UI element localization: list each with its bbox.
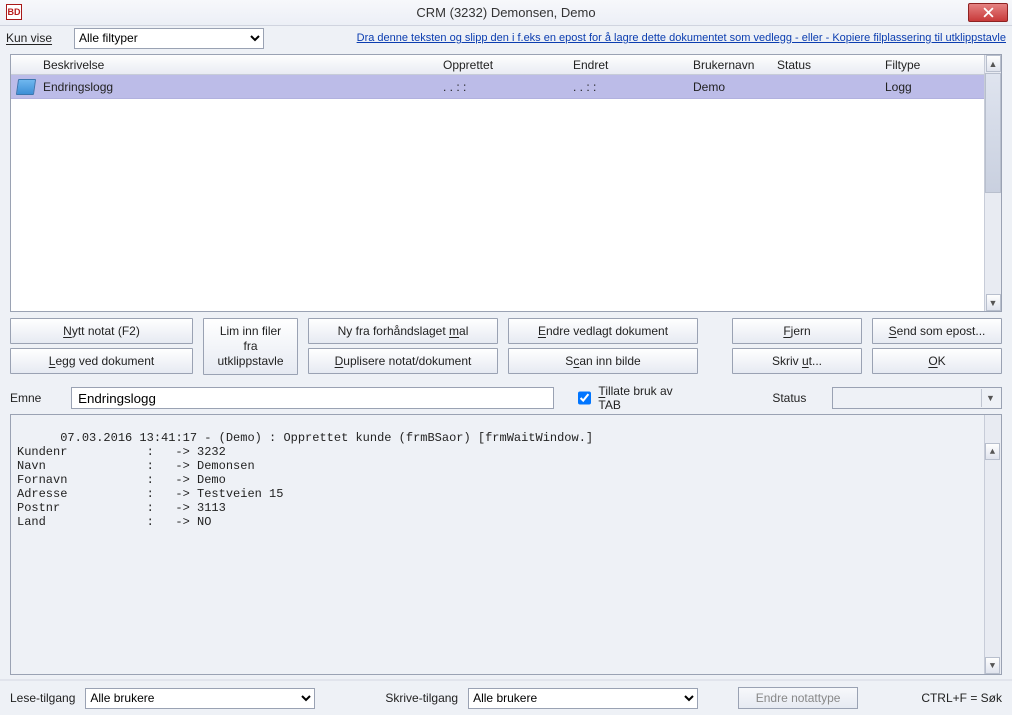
drag-hint-link[interactable]: Dra denne teksten og slipp den i f.eks e… xyxy=(357,32,1006,44)
scroll-thumb[interactable] xyxy=(985,73,1001,193)
log-container: 07.03.2016 13:41:17 - (Demo) : Opprettet… xyxy=(0,414,1012,679)
print-button[interactable]: Skriv ut... xyxy=(732,348,862,374)
remove-button[interactable]: Fjern xyxy=(732,318,862,344)
scan-image-button[interactable]: Scan inn bilde xyxy=(508,348,698,374)
ok-button[interactable]: OK xyxy=(872,348,1002,374)
app-icon: BD xyxy=(6,4,22,20)
window-title: CRM (3232) Demonsen, Demo xyxy=(416,5,595,20)
edit-attached-doc-button[interactable]: Endre vedlagt dokument xyxy=(508,318,698,344)
chevron-down-icon: ▼ xyxy=(981,389,999,407)
paste-files-button[interactable]: Lim inn filer fra utklippstavle xyxy=(203,318,298,375)
log-textarea[interactable]: 07.03.2016 13:41:17 - (Demo) : Opprettet… xyxy=(10,414,1002,675)
allow-tab-checkbox[interactable]: Tillate bruk av TAB xyxy=(574,384,692,412)
col-status[interactable]: Status xyxy=(771,55,879,74)
scroll-up-icon[interactable]: ▲ xyxy=(986,55,1001,72)
subject-input[interactable] xyxy=(71,387,554,409)
col-filtype[interactable]: Filtype xyxy=(879,55,961,74)
change-notetype-button[interactable]: Endre notattype xyxy=(738,687,858,709)
grid-header: Beskrivelse Opprettet Endret Brukernavn … xyxy=(11,55,1001,75)
cell-filtype: Logg xyxy=(879,75,961,98)
log-content: 07.03.2016 13:41:17 - (Demo) : Opprettet… xyxy=(17,431,593,529)
grid-scrollbar[interactable]: ▲ ▼ xyxy=(984,55,1001,311)
bottom-bar: Lese-tilgang Alle brukere Skrive-tilgang… xyxy=(0,679,1012,715)
write-access-select[interactable]: Alle brukere xyxy=(468,688,698,709)
filetype-filter-select[interactable]: Alle filtyper xyxy=(74,28,264,49)
search-shortcut-hint: CTRL+F = Søk xyxy=(921,691,1002,705)
duplicate-note-button[interactable]: Duplisere notat/dokument xyxy=(308,348,498,374)
filter-toolbar: Kun vise Alle filtyper Dra denne teksten… xyxy=(0,26,1012,50)
grid-body: Endringslogg . . : : . . : : Demo Logg xyxy=(11,75,1001,311)
col-opprettet[interactable]: Opprettet xyxy=(437,55,567,74)
log-file-icon xyxy=(16,79,36,95)
cell-beskrivelse: Endringslogg xyxy=(37,75,437,98)
table-row[interactable]: Endringslogg . . : : . . : : Demo Logg xyxy=(11,75,1001,99)
status-select[interactable]: ▼ xyxy=(832,387,1002,409)
read-access-label: Lese-tilgang xyxy=(10,691,75,705)
grid-container: Beskrivelse Opprettet Endret Brukernavn … xyxy=(0,50,1012,314)
titlebar: BD CRM (3232) Demonsen, Demo xyxy=(0,0,1012,26)
crm-window: BD CRM (3232) Demonsen, Demo Kun vise Al… xyxy=(0,0,1012,715)
cell-status xyxy=(771,75,879,98)
subject-row: Emne Tillate bruk av TAB Status ▼ xyxy=(0,380,1012,414)
new-from-template-button[interactable]: Ny fra forhåndslaget mal xyxy=(308,318,498,344)
attach-document-button[interactable]: Legg ved dokument xyxy=(10,348,193,374)
action-button-bar: Nytt notat (F2) Lim inn filer fra utklip… xyxy=(0,314,1012,380)
documents-grid: Beskrivelse Opprettet Endret Brukernavn … xyxy=(10,54,1002,312)
kun-vise-label: Kun vise xyxy=(6,31,68,45)
cell-brukernavn: Demo xyxy=(687,75,771,98)
allow-tab-input[interactable] xyxy=(578,391,591,405)
col-endret[interactable]: Endret xyxy=(567,55,687,74)
read-access-select[interactable]: Alle brukere xyxy=(85,688,315,709)
scroll-down-icon[interactable]: ▼ xyxy=(985,657,1000,674)
status-label: Status xyxy=(772,391,821,405)
write-access-label: Skrive-tilgang xyxy=(385,691,458,705)
scroll-up-icon[interactable]: ▲ xyxy=(985,443,1000,460)
emne-label: Emne xyxy=(10,391,61,405)
cell-endret: . . : : xyxy=(567,75,687,98)
scroll-down-icon[interactable]: ▼ xyxy=(986,294,1001,311)
log-scrollbar[interactable]: ▲ ▼ xyxy=(984,415,1001,674)
col-beskrivelse[interactable]: Beskrivelse xyxy=(37,55,437,74)
cell-opprettet: . . : : xyxy=(437,75,567,98)
send-as-email-button[interactable]: Send som epost... xyxy=(872,318,1002,344)
col-brukernavn[interactable]: Brukernavn xyxy=(687,55,771,74)
close-icon xyxy=(983,7,994,18)
new-note-button[interactable]: Nytt notat (F2) xyxy=(10,318,193,344)
close-button[interactable] xyxy=(968,3,1008,22)
